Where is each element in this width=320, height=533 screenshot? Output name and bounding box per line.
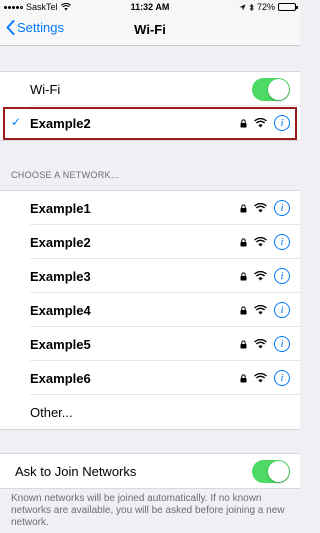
lock-icon — [240, 339, 247, 348]
chevron-left-icon — [6, 20, 15, 35]
carrier-name: SaskTel — [26, 2, 58, 12]
toggle-knob — [268, 460, 289, 482]
ask-to-join-toggle[interactable] — [252, 459, 290, 483]
network-name: Example2 — [30, 234, 91, 250]
info-icon[interactable]: i — [274, 302, 290, 318]
network-row[interactable]: Example1 i — [0, 191, 300, 225]
navigation-bar: Settings Wi-Fi — [0, 14, 300, 46]
wifi-signal-icon — [254, 305, 267, 315]
info-icon[interactable]: i — [274, 336, 290, 352]
info-icon[interactable]: i — [274, 200, 290, 216]
info-icon[interactable]: i — [274, 115, 290, 131]
cell-signal-icon — [4, 5, 23, 9]
wifi-toggle-row: Wi-Fi — [0, 72, 300, 106]
network-status-icons: i — [240, 370, 290, 386]
wifi-signal-icon — [254, 237, 267, 247]
status-right: 72% — [196, 2, 298, 12]
network-row[interactable]: Example4 i — [0, 293, 300, 327]
status-bar: SaskTel 11:32 AM 72% — [0, 0, 300, 14]
status-left: SaskTel — [4, 2, 104, 12]
ask-to-join-group: Ask to Join Networks — [0, 453, 300, 489]
wifi-signal-icon — [254, 118, 267, 128]
lock-icon — [240, 373, 247, 382]
network-status-icons: i — [240, 234, 290, 250]
wifi-status-icon — [60, 3, 71, 11]
wifi-group: Wi-Fi ✓ Example2 i — [0, 71, 300, 141]
network-status-icons: i — [240, 115, 290, 131]
info-icon[interactable]: i — [274, 370, 290, 386]
network-row[interactable]: Example5 i — [0, 327, 300, 361]
lock-icon — [240, 271, 247, 280]
ask-to-join-row: Ask to Join Networks — [0, 454, 300, 488]
bluetooth-icon — [249, 3, 254, 11]
network-status-icons: i — [240, 302, 290, 318]
back-button[interactable]: Settings — [6, 20, 64, 35]
network-list: Example1 i Example2 i Example3 i Example4 i Exam… — [0, 190, 300, 430]
network-name: Example3 — [30, 268, 91, 284]
lock-icon — [240, 203, 247, 212]
other-network-row[interactable]: Other... — [0, 395, 300, 429]
other-network-label: Other... — [30, 404, 73, 420]
ask-to-join-label: Ask to Join Networks — [15, 463, 137, 479]
connected-network-row[interactable]: ✓ Example2 i — [0, 106, 300, 140]
network-status-icons: i — [240, 336, 290, 352]
connected-network-name: Example2 — [30, 115, 91, 131]
network-name: Example6 — [30, 370, 91, 386]
info-icon[interactable]: i — [274, 234, 290, 250]
network-row[interactable]: Example6 i — [0, 361, 300, 395]
network-name: Example4 — [30, 302, 91, 318]
ask-to-join-description: Known networks will be joined automatica… — [11, 493, 285, 528]
info-icon[interactable]: i — [274, 268, 290, 284]
network-row[interactable]: Example2 i — [0, 225, 300, 259]
battery-icon — [278, 3, 298, 11]
wifi-signal-icon — [254, 339, 267, 349]
lock-icon — [240, 305, 247, 314]
wifi-signal-icon — [254, 271, 267, 281]
lock-icon — [240, 237, 247, 246]
lock-icon — [240, 118, 247, 127]
back-button-label: Settings — [17, 20, 64, 35]
network-status-icons: i — [240, 268, 290, 284]
network-row[interactable]: Example3 i — [0, 259, 300, 293]
status-time: 11:32 AM — [130, 2, 170, 12]
network-name: Example1 — [30, 200, 91, 216]
wifi-signal-icon — [254, 203, 267, 213]
battery-percent: 72% — [256, 2, 275, 12]
checkmark-icon: ✓ — [11, 115, 22, 129]
toggle-knob — [268, 78, 289, 100]
location-arrow-icon — [239, 3, 246, 11]
wifi-signal-icon — [254, 373, 267, 383]
wifi-toggle[interactable] — [252, 77, 290, 101]
network-status-icons: i — [240, 200, 290, 216]
choose-network-header: CHOOSE A NETWORK... — [11, 170, 120, 180]
network-name: Example5 — [30, 336, 91, 352]
wifi-label: Wi-Fi — [30, 81, 61, 97]
